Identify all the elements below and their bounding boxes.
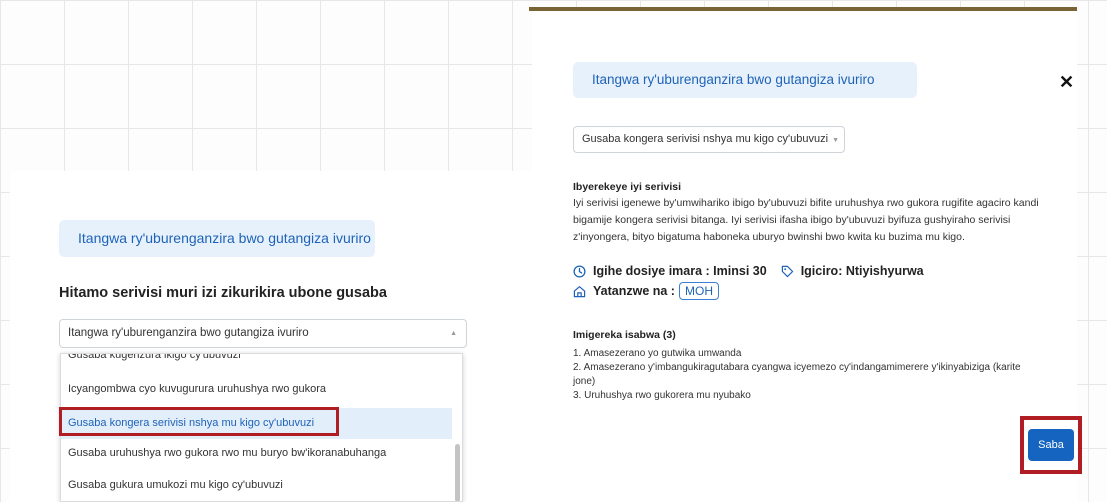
service-title: Itangwa ry'uburenganzira bwo gutangiza i… — [59, 220, 375, 257]
highlight-box-submit — [1020, 416, 1082, 474]
dropdown-option[interactable]: Icyangombwa cyo kuvugurura uruhushya rwo… — [61, 374, 452, 405]
price-text: Igiciro: Ntiyishyurwa — [800, 264, 924, 278]
duration-text: Igihe dosiye imara : Iminsi 30 — [593, 264, 767, 278]
dropdown-option[interactable]: Gusaba kugenzura ikigo cy'ubuvuzi — [61, 354, 452, 371]
dropdown-option[interactable]: Gusaba gukura umukozi mu kigo cy'ubuvuzi — [61, 470, 452, 501]
service-select[interactable]: Itangwa ry'uburenganzira bwo gutangiza i… — [59, 319, 467, 348]
service-select-value: Itangwa ry'uburenganzira bwo gutangiza i… — [68, 327, 309, 339]
highlight-box-option — [59, 407, 339, 436]
requirement-item: 2. Amasezerano y'imbangukiragutabara cya… — [573, 362, 1021, 373]
description-line: bigamije kongera serivisi bitanga. Iyi s… — [573, 214, 1011, 226]
service-details-modal: Itangwa ry'uburenganzira bwo gutangiza i… — [532, 11, 1077, 502]
requirement-item: 3. Uruhushya rwo gukorera mu nyubako — [573, 390, 751, 401]
description-heading: Ibyerekeye iyi serivisi — [573, 181, 681, 193]
service-selection-panel: Itangwa ry'uburenganzira bwo gutangiza i… — [10, 171, 532, 502]
requirements-heading: Imigereka isabwa (3) — [573, 329, 676, 341]
approved-by-badge: MOH — [678, 282, 719, 300]
modal-service-select[interactable]: Gusaba kongera serivisi nshya mu kigo cy… — [573, 126, 845, 153]
requirements-list: 1. Amasezerano yo gutwika umwanda 2. Ama… — [573, 347, 1053, 403]
choose-service-label: Hitamo serivisi muri izi zikurikira ubon… — [59, 285, 387, 301]
chevron-down-icon: ▼ — [832, 137, 839, 144]
close-icon[interactable]: ✕ — [1059, 73, 1074, 91]
description-text: Iyi serivisi igenewe by'umwihariko ibigo… — [573, 195, 1063, 246]
dropdown-option[interactable]: Gusaba uruhushya rwo gukora rwo mu buryo… — [61, 438, 452, 469]
approved-by-row: Yatanzwe na : MOH — [573, 282, 719, 300]
description-line: Iyi serivisi igenewe by'umwihariko ibigo… — [573, 197, 1039, 209]
modal-select-value: Gusaba kongera serivisi nshya mu kigo cy… — [582, 133, 829, 145]
approved-by-label: Yatanzwe na : — [593, 284, 675, 298]
requirement-item: jone) — [573, 376, 596, 387]
modal-title: Itangwa ry'uburenganzira bwo gutangiza i… — [573, 62, 917, 98]
tag-icon — [781, 265, 793, 277]
building-icon — [573, 285, 586, 297]
caret-up-icon: ▲ — [450, 330, 457, 337]
description-line: z'inyongera, bityo bigatuma haboneka ubu… — [573, 231, 965, 243]
dropdown-scrollbar[interactable] — [455, 444, 460, 501]
duration-price-row: Igihe dosiye imara : Iminsi 30 Igiciro: … — [573, 264, 924, 278]
requirement-item: 1. Amasezerano yo gutwika umwanda — [573, 348, 742, 359]
clock-icon — [573, 264, 586, 278]
